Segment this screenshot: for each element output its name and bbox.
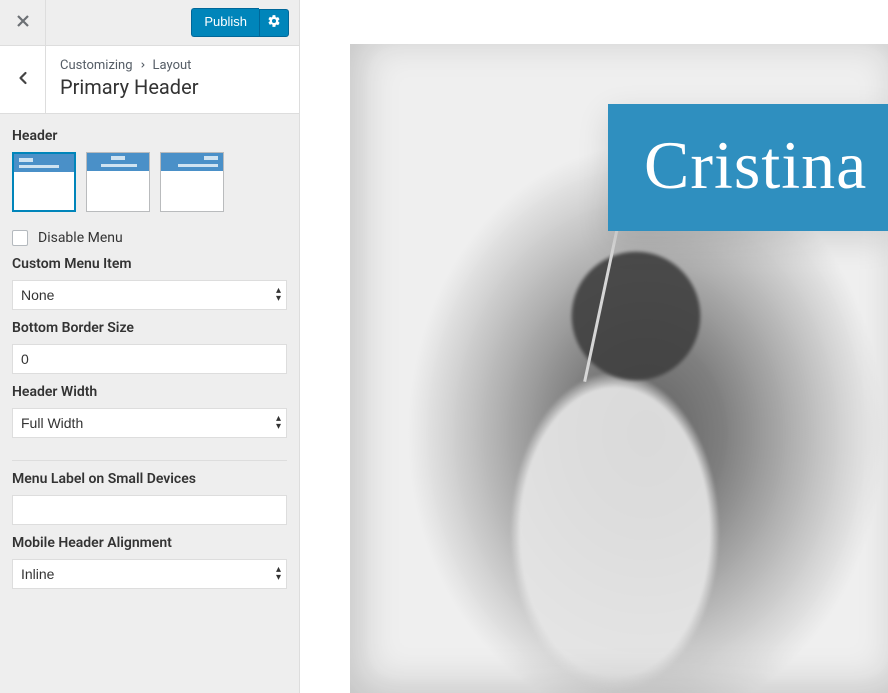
customizer-panel: Publish Customizing Layout Primary Heade… [0, 0, 300, 693]
back-button[interactable] [0, 46, 46, 113]
mobile-align-select[interactable]: Inline [12, 559, 287, 589]
publish-settings-button[interactable] [259, 9, 289, 37]
label-bottom-border: Bottom Border Size [12, 320, 287, 336]
label-header: Header [12, 128, 287, 144]
chevron-left-icon [13, 68, 33, 92]
publish-button[interactable]: Publish [191, 8, 259, 37]
label-header-width: Header Width [12, 384, 287, 400]
custom-menu-item-select[interactable]: None [12, 280, 287, 310]
breadcrumb: Customizing Layout Primary Header [46, 46, 299, 113]
label-menu-small: Menu Label on Small Devices [12, 471, 287, 487]
disable-menu-row: Disable Menu [12, 230, 287, 246]
hero-title-text: Cristina [644, 127, 867, 203]
chevron-right-icon [139, 58, 147, 73]
disable-menu-label: Disable Menu [38, 230, 123, 246]
header-layout-options [12, 152, 287, 212]
publish-actions: Publish [191, 8, 289, 37]
gear-icon [267, 13, 281, 32]
close-button[interactable] [0, 0, 46, 46]
preview-content: Cristina [350, 44, 888, 693]
divider [12, 460, 287, 461]
label-custom-menu-item: Custom Menu Item [12, 256, 287, 272]
disable-menu-checkbox[interactable] [12, 230, 28, 246]
breadcrumb-root: Customizing [60, 58, 133, 73]
header-layout-center[interactable] [86, 152, 150, 212]
header-layout-right[interactable] [160, 152, 224, 212]
header-width-select[interactable]: Full Width [12, 408, 287, 438]
hero-title-chip: Cristina [608, 104, 888, 231]
header-layout-left[interactable] [12, 152, 76, 212]
section-header: Customizing Layout Primary Header [0, 46, 299, 114]
breadcrumb-section: Layout [153, 58, 192, 73]
close-icon [15, 13, 31, 33]
label-mobile-align: Mobile Header Alignment [12, 535, 287, 551]
preview-pane: Cristina [300, 0, 888, 693]
menu-label-small-input[interactable] [12, 495, 287, 525]
controls-body: Header Disable Menu Custom Menu Item Non… [0, 114, 299, 693]
section-title: Primary Header [60, 75, 285, 99]
bottom-border-input[interactable] [12, 344, 287, 374]
customizer-topbar: Publish [0, 0, 299, 46]
